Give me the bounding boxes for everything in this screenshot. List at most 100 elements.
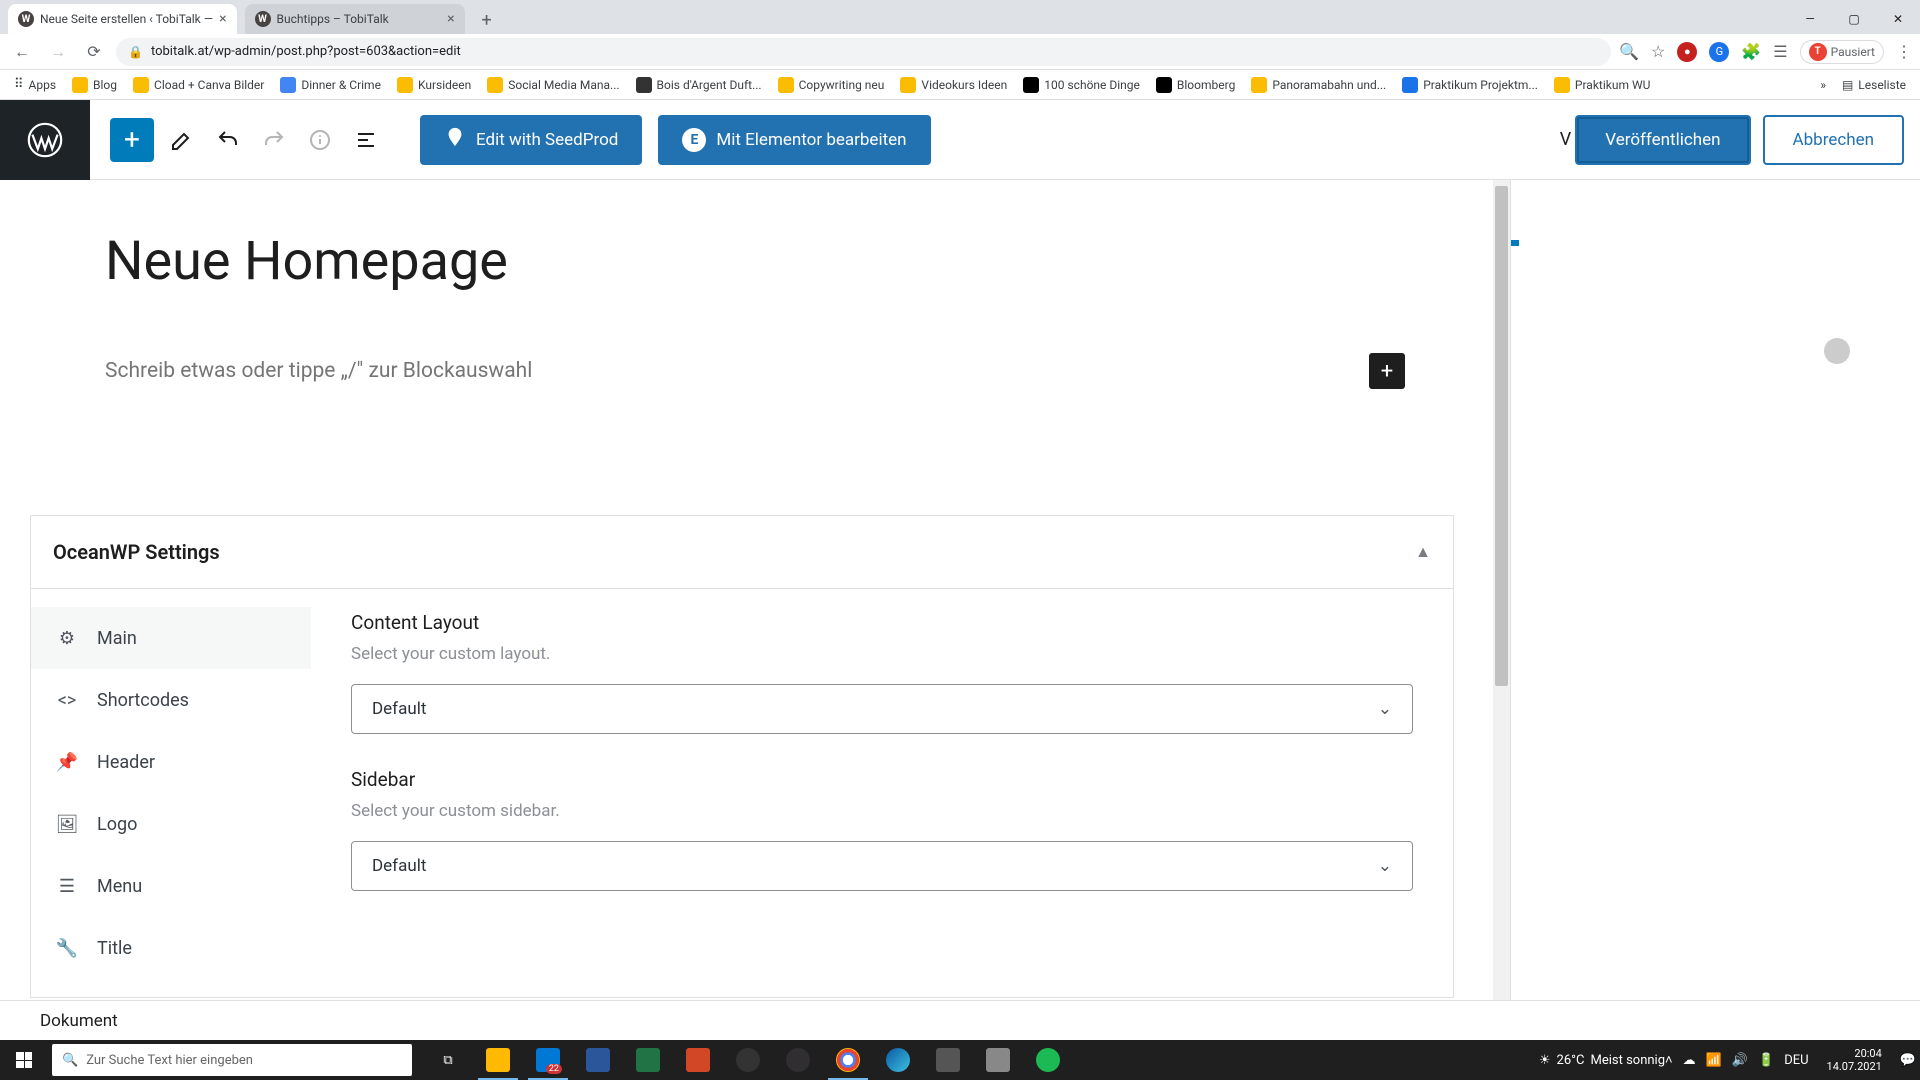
edge-icon [886, 1048, 910, 1072]
chrome-button[interactable] [824, 1040, 872, 1080]
bookmark-item[interactable]: Social Media Mana... [481, 75, 625, 95]
spotify-button[interactable] [1024, 1040, 1072, 1080]
edit-tool-icon[interactable] [164, 122, 200, 158]
oceanwp-tab-main[interactable]: ⚙ Main [31, 607, 311, 669]
bookmark-item[interactable]: Praktikum WU [1548, 75, 1656, 95]
extensions-puzzle-icon[interactable]: 🧩 [1741, 42, 1761, 61]
reading-list-icon[interactable]: ☰ [1773, 42, 1787, 61]
back-button[interactable]: ← [8, 38, 36, 66]
close-tab-icon[interactable]: × [447, 11, 454, 27]
oceanwp-tab-header[interactable]: 📌 Header [31, 731, 311, 793]
elementor-button[interactable]: E Mit Elementor bearbeiten [658, 115, 930, 165]
bookmark-item[interactable]: Videokurs Ideen [894, 75, 1013, 95]
url-field[interactable]: 🔒 tobitalk.at/wp-admin/post.php?post=603… [116, 38, 1611, 66]
powerpoint-button[interactable] [674, 1040, 722, 1080]
reading-list-button[interactable]: ▤Leseliste [1836, 76, 1912, 94]
close-tab-icon[interactable]: × [219, 11, 226, 27]
clock[interactable]: 20:04 14.07.2021 [1819, 1047, 1890, 1073]
editor-canvas: Neue Homepage Schreib etwas oder tippe „… [0, 180, 1510, 1040]
outline-button[interactable] [348, 122, 384, 158]
scroll-thumb[interactable] [1495, 186, 1508, 686]
forward-button[interactable]: → [44, 38, 72, 66]
wordpress-logo[interactable] [0, 100, 90, 180]
close-window-button[interactable]: ✕ [1876, 4, 1920, 34]
weather-temp: 26°C [1557, 1053, 1585, 1068]
redo-button[interactable] [256, 122, 292, 158]
elementor-icon: E [682, 128, 706, 152]
start-button[interactable] [0, 1040, 48, 1080]
paused-label: Pausiert [1831, 45, 1875, 59]
elementor-label: Mit Elementor bearbeiten [716, 130, 906, 150]
bookmark-item[interactable]: Blog [66, 75, 123, 95]
content-layout-select[interactable]: Default ⌄ [351, 684, 1413, 734]
bookmark-item[interactable]: Bois d'Argent Duft... [630, 75, 768, 95]
bookmark-item[interactable]: Panoramabahn und... [1245, 75, 1392, 95]
onedrive-icon[interactable]: ☁ [1683, 1053, 1696, 1068]
bookmark-item[interactable]: 100 schöne Dinge [1017, 75, 1146, 95]
lock-icon: 🔒 [128, 45, 143, 59]
browser-tab-inactive[interactable]: W Buchtipps – TobiTalk × [245, 4, 465, 34]
block-breadcrumb[interactable]: Dokument [0, 1000, 1920, 1040]
chevron-down-icon: ⌄ [1378, 699, 1392, 719]
undo-button[interactable] [210, 122, 246, 158]
oceanwp-tab-title[interactable]: 🔧 Title [31, 917, 311, 979]
block-placeholder[interactable]: Schreib etwas oder tippe „/" zur Blockau… [105, 359, 532, 383]
language-indicator[interactable]: DEU [1784, 1053, 1808, 1068]
chrome-icon [836, 1048, 860, 1072]
notifications-icon[interactable]: 💬 [1900, 1053, 1916, 1068]
profile-paused-chip[interactable]: T Pausiert [1800, 40, 1884, 64]
app-button-2[interactable] [924, 1040, 972, 1080]
bookmark-item[interactable]: Cload + Canva Bilder [127, 75, 270, 95]
weather-widget[interactable]: ☀ 26°C Meist sonnig [1539, 1053, 1665, 1068]
bookmark-item[interactable]: Dinner & Crime [274, 75, 387, 95]
taskbar-search-input[interactable]: 🔍 Zur Suche Text hier eingeben [52, 1044, 412, 1076]
bookmark-item[interactable]: Copywriting neu [772, 75, 891, 95]
oceanwp-tab-logo[interactable]: 🖼 Logo [31, 793, 311, 855]
cancel-button[interactable]: Abbrechen [1763, 115, 1904, 165]
wrench-icon: 🔧 [55, 936, 79, 960]
page-title-input[interactable]: Neue Homepage [105, 230, 1405, 293]
zoom-icon[interactable]: 🔍 [1619, 42, 1639, 61]
oceanwp-tabs: ⚙ Main <> Shortcodes 📌 Header 🖼 Logo [31, 589, 311, 997]
edge-button[interactable] [874, 1040, 922, 1080]
apps-button[interactable]: ⠿Apps [8, 75, 62, 94]
bookmark-item[interactable]: Praktikum Projektm... [1396, 75, 1544, 95]
oceanwp-tab-shortcodes[interactable]: <> Shortcodes [31, 669, 311, 731]
reload-button[interactable]: ⟳ [80, 38, 108, 66]
app-button-1[interactable] [724, 1040, 772, 1080]
collapse-panel-icon[interactable]: ▲ [1415, 542, 1431, 562]
file-explorer-button[interactable] [474, 1040, 522, 1080]
bookmark-item[interactable]: Bloomberg [1150, 75, 1241, 95]
oceanwp-tab-menu[interactable]: ☰ Menu [31, 855, 311, 917]
vertical-scrollbar[interactable]: ▲ ▼ [1493, 180, 1510, 1040]
app-icon [736, 1048, 760, 1072]
bookmark-star-icon[interactable]: ☆ [1651, 42, 1665, 61]
bookmark-overflow[interactable]: » [1814, 76, 1832, 94]
browser-tab-active[interactable]: W Neue Seite erstellen ‹ TobiTalk — × [8, 4, 237, 34]
chrome-menu-icon[interactable]: ⋮ [1896, 42, 1912, 61]
add-block-button[interactable]: + [110, 118, 154, 162]
volume-icon[interactable]: 🔊 [1732, 1053, 1748, 1068]
bookmark-item[interactable]: Kursideen [391, 75, 477, 95]
info-button[interactable] [302, 122, 338, 158]
word-button[interactable] [574, 1040, 622, 1080]
mail-icon: 22 [536, 1048, 560, 1072]
add-block-inline-button[interactable]: + [1369, 353, 1405, 389]
battery-icon[interactable]: 🔋 [1758, 1053, 1774, 1068]
new-tab-button[interactable]: + [473, 6, 501, 34]
publish-button[interactable]: Veröffentlichen [1575, 115, 1750, 165]
app-button-3[interactable] [974, 1040, 1022, 1080]
sidebar-select[interactable]: Default ⌄ [351, 841, 1413, 891]
maximize-button[interactable]: ▢ [1832, 4, 1876, 34]
extension-icon-2[interactable]: G [1709, 42, 1729, 62]
tray-chevron-icon[interactable]: ˄ [1665, 1052, 1673, 1068]
extension-icon-1[interactable]: ● [1677, 42, 1697, 62]
obs-button[interactable] [774, 1040, 822, 1080]
task-view-button[interactable]: ⧉ [424, 1040, 472, 1080]
wifi-icon[interactable]: 📶 [1706, 1053, 1722, 1068]
minimize-button[interactable]: — [1788, 4, 1832, 34]
app-icon [986, 1048, 1010, 1072]
excel-button[interactable] [624, 1040, 672, 1080]
mail-button[interactable]: 22 [524, 1040, 572, 1080]
seedprod-button[interactable]: Edit with SeedProd [420, 115, 642, 165]
